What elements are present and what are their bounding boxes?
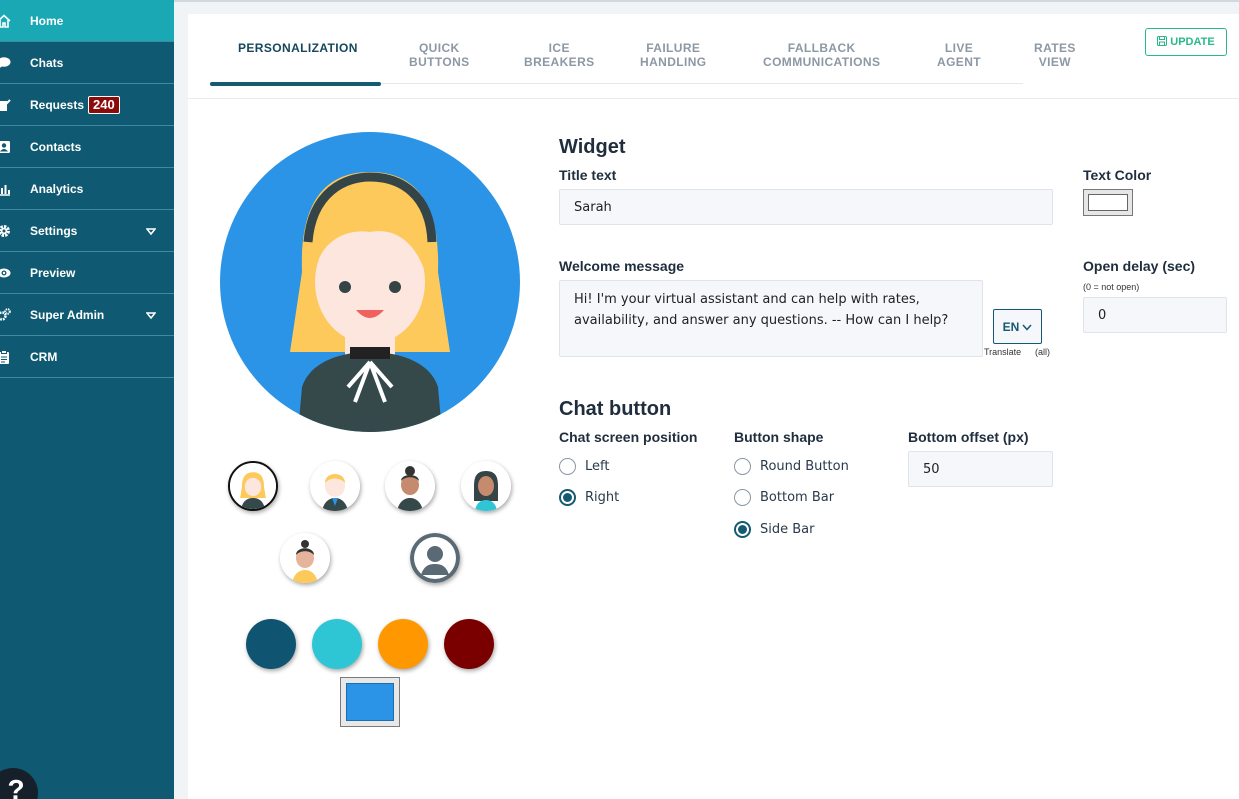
sidebar-item-label: Analytics [30,181,84,196]
radio-indicator [734,458,751,475]
avatar-option-2[interactable] [310,461,360,511]
chevron-down-icon [145,225,157,239]
color-swatch-cyan[interactable] [312,619,362,669]
analytics-icon [0,182,11,196]
position-right-radio[interactable]: Right [559,489,619,506]
sidebar-item-label: Home [30,13,64,28]
radio-label: Bottom Bar [760,490,835,505]
radio-indicator [559,458,576,475]
gears-icon [0,308,11,322]
welcome-message-input[interactable]: Hi! I'm your virtual assistant and can h… [559,280,983,357]
title-text-label: Title text [559,167,617,183]
avatar-option-5[interactable] [280,533,330,583]
radio-indicator [734,489,751,506]
tab-fallback-communications[interactable]: FALLBACK COMMUNICATIONS [763,41,880,69]
radio-label: Left [585,459,610,474]
widget-heading: Widget [559,136,626,158]
sidebar-item-analytics[interactable]: Analytics [0,168,174,210]
welcome-message-label: Welcome message [559,258,685,274]
shape-bottom-bar-radio[interactable]: Bottom Bar [734,489,834,506]
requests-badge: 240 [88,95,120,114]
avatar-option-default-user[interactable] [410,533,460,583]
sidebar-item-contacts[interactable]: Contacts [0,126,174,168]
tab-failure-handling[interactable]: FAILURE HANDLING [640,41,707,69]
settings-panel: PERSONALIZATION QUICK BUTTONS ICE BREAKE… [188,14,1239,799]
update-button[interactable]: UPDATE [1145,28,1227,56]
sidebar-item-requests[interactable]: Requests 240 [0,84,174,126]
sidebar-item-label: Settings [30,223,78,238]
tab-live-agent[interactable]: LIVE AGENT [937,41,981,69]
avatar-preview [220,132,520,432]
sidebar-item-super-admin[interactable]: Super Admin [0,294,174,336]
save-icon [1157,35,1168,49]
chevron-down-icon [145,309,157,323]
tab-quick-buttons[interactable]: QUICK BUTTONS [409,41,470,69]
active-tab-indicator [210,82,381,86]
avatar-option-1[interactable] [228,461,278,511]
tab-rates-view[interactable]: RATES VIEW [1034,41,1076,69]
open-delay-hint: (0 = not open) [1083,282,1140,292]
sidebar-item-label: Super Admin [30,307,105,322]
sidebar-item-home[interactable]: Home [0,0,174,42]
gear-icon [0,224,11,238]
chat-button-heading: Chat button [559,398,672,420]
language-select[interactable]: EN [993,309,1042,344]
tab-personalization[interactable]: PERSONALIZATION [238,41,358,55]
translate-all-link[interactable]: (all) [1035,347,1050,357]
sidebar-item-chats[interactable]: Chats [0,42,174,84]
translate-link[interactable]: Translate [984,347,1021,357]
avatar-option-3[interactable] [385,461,435,511]
button-shape-label: Button shape [734,429,824,445]
title-text-input[interactable] [559,189,1053,225]
chat-position-label: Chat screen position [559,429,698,445]
radio-label: Right [585,490,620,505]
radio-label: Side Bar [760,522,815,537]
contacts-icon [0,140,11,154]
bottom-offset-input[interactable] [908,451,1053,487]
radio-label: Round Button [760,459,849,474]
sidebar-item-label: Preview [30,265,76,280]
color-swatch-orange[interactable] [378,619,428,669]
sidebar-item-label: Requests [30,97,85,112]
sidebar-item-preview[interactable]: Preview [0,252,174,294]
sidebar-item-label: Chats [30,55,64,70]
custom-color-picker[interactable] [340,677,400,727]
shape-side-bar-radio[interactable]: Side Bar [734,521,814,538]
sidebar-item-settings[interactable]: Settings [0,210,174,252]
chat-icon [0,56,11,70]
radio-indicator [734,521,751,538]
avatar-option-4[interactable] [461,461,511,511]
chevron-down-icon [1022,320,1032,334]
bottom-offset-label: Bottom offset (px) [908,429,1029,445]
help-label: ? [7,774,25,799]
language-value: EN [1002,319,1020,334]
open-delay-input[interactable] [1083,297,1227,333]
header-divider [188,98,1239,99]
help-button[interactable]: ? [0,768,38,799]
update-label: UPDATE [1170,36,1215,48]
top-border [174,0,1239,2]
text-color-label: Text Color [1083,167,1152,183]
requests-icon [0,98,11,112]
color-swatch-dark-teal[interactable] [246,619,296,669]
color-swatch-maroon[interactable] [444,619,494,669]
text-color-fill [1088,194,1128,211]
text-color-picker[interactable] [1083,189,1133,216]
clipboard-icon [0,350,11,364]
radio-indicator [559,489,576,506]
custom-color-fill [346,683,394,721]
open-delay-label: Open delay (sec) [1083,258,1196,274]
position-left-radio[interactable]: Left [559,458,609,475]
home-icon [0,14,11,28]
sidebar-item-label: Contacts [30,139,82,154]
tab-ice-breakers[interactable]: ICE BREAKERS [524,41,595,69]
sidebar: Home Chats Requests 240 Contacts Analyti… [0,0,174,799]
sidebar-item-label: CRM [30,349,58,364]
sidebar-item-crm[interactable]: CRM [0,336,174,378]
eye-icon [0,266,11,280]
shape-round-button-radio[interactable]: Round Button [734,458,849,475]
